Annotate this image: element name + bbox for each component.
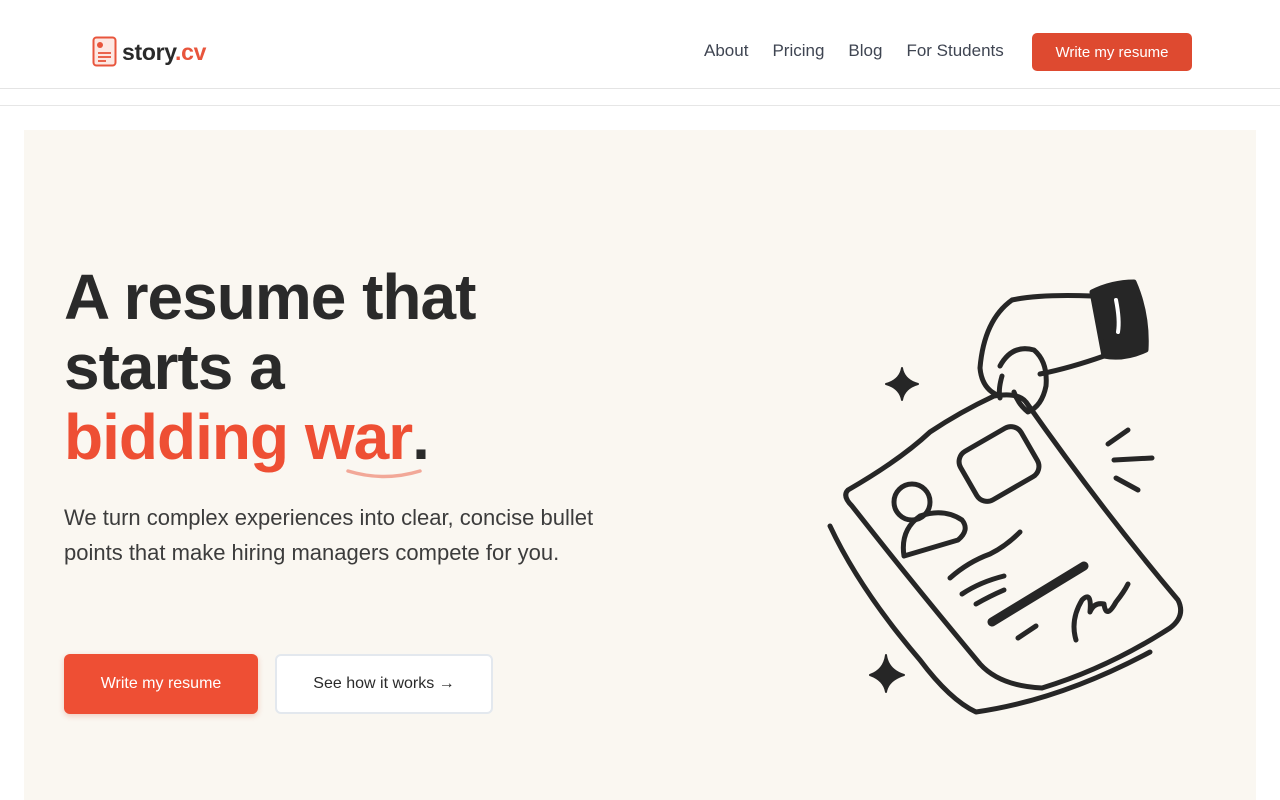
nav-blog[interactable]: Blog <box>848 40 882 62</box>
nav-pricing[interactable]: Pricing <box>772 40 824 62</box>
write-resume-button[interactable]: Write my resume <box>64 654 258 714</box>
see-how-it-works-button[interactable]: See how it works → <box>275 654 493 714</box>
logo-tld: .cv <box>175 38 207 65</box>
headline-period: . <box>412 401 430 473</box>
logo-brand-name: story <box>122 38 176 65</box>
site-header: story.cv About Pricing Blog For Students… <box>0 0 1280 89</box>
nav-for-students[interactable]: For Students <box>906 40 1003 62</box>
hero-headline: A resume that starts a bidding war. <box>64 261 624 479</box>
headline-accent-bidding: bidding <box>64 401 305 473</box>
logo-text: story.cv <box>122 39 206 66</box>
headline-accent-war: war <box>304 401 422 479</box>
header-write-resume-button[interactable]: Write my resume <box>1032 33 1192 71</box>
nav-about[interactable]: About <box>704 40 748 62</box>
war-underline-decoration <box>346 469 422 479</box>
logo[interactable]: story.cv <box>92 36 206 68</box>
hand-holding-resume-illustration <box>827 279 1184 715</box>
header-divider <box>0 105 1280 106</box>
resume-logo-icon <box>92 36 117 67</box>
headline-accent-war-text: war <box>304 401 413 473</box>
headline-line-1: A resume that <box>64 261 476 333</box>
main-nav: About Pricing Blog For Students <box>704 40 1004 62</box>
headline-line-2: starts a <box>64 331 285 403</box>
hero-subtext: We turn complex experiences into clear, … <box>64 505 594 565</box>
